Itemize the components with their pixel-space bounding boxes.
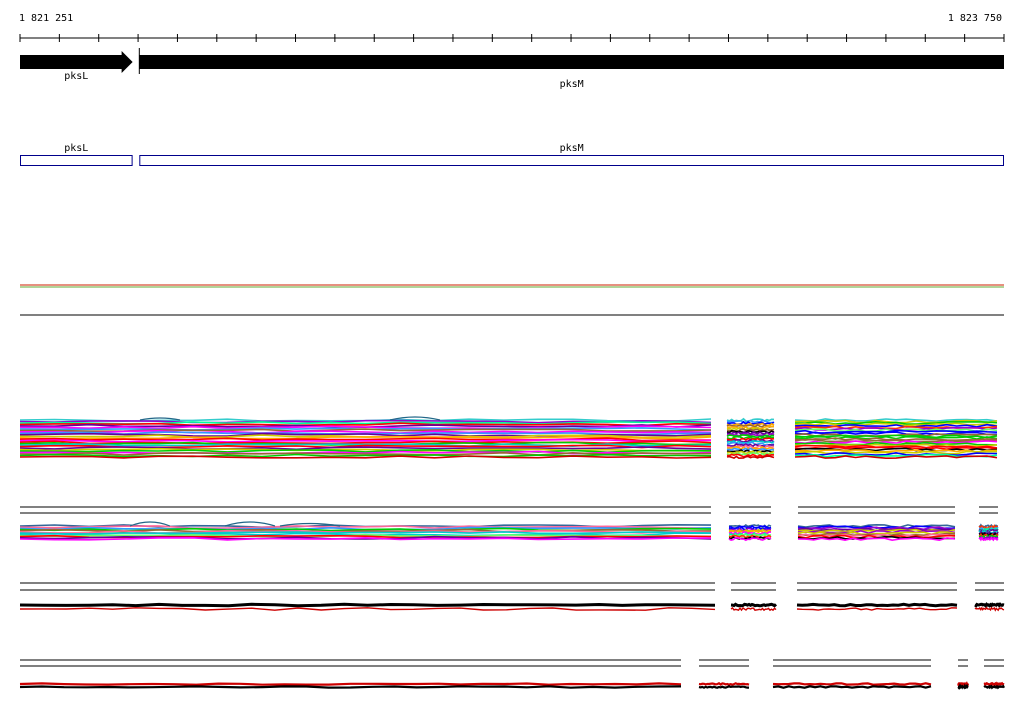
alignment-line xyxy=(796,602,958,608)
gene-label-pksM: pksM xyxy=(559,79,584,90)
alignment-track-2[interactable] xyxy=(19,506,999,542)
gene-label-pksL: pksL xyxy=(64,71,89,82)
alignment-line xyxy=(19,685,682,689)
cds-track[interactable] xyxy=(20,155,1004,166)
alignment-line xyxy=(794,423,998,428)
cds-box-pksL xyxy=(20,155,133,166)
alignment-line xyxy=(796,607,958,611)
alignment-line xyxy=(698,682,750,686)
genome-browser-view: 1 821 251 1 823 750 pksL pksL pksM pksM xyxy=(0,0,1024,714)
alignment-line xyxy=(983,681,1005,687)
alignment-line xyxy=(957,683,969,690)
alignment-track-4[interactable] xyxy=(19,659,1005,690)
gene-bar-pksM xyxy=(139,55,1004,69)
alignment-line xyxy=(974,606,1005,612)
alignment-line xyxy=(978,536,999,542)
alignment-line xyxy=(974,602,1005,609)
alignment-line xyxy=(726,431,775,436)
coordinate-ruler xyxy=(19,34,1005,42)
alignment-line xyxy=(730,606,777,612)
browser-canvas xyxy=(19,34,1005,690)
alignment-track-1[interactable] xyxy=(19,416,998,460)
alignment-line xyxy=(772,685,932,689)
cds-box-pksM xyxy=(139,155,1004,166)
cds-label-pksM: pksM xyxy=(559,143,584,154)
gene-arrow-pksL xyxy=(20,51,133,73)
alignment-line xyxy=(19,607,716,611)
alignment-line xyxy=(19,602,716,608)
feature-line-track xyxy=(20,284,1004,316)
cds-label-pksL: pksL xyxy=(64,143,89,154)
alignment-line xyxy=(730,602,778,608)
alignment-line xyxy=(983,684,1005,690)
alignment-line xyxy=(698,685,749,689)
alignment-line xyxy=(19,682,682,686)
alignment-line xyxy=(772,682,932,686)
alignment-track-3[interactable] xyxy=(19,582,1005,612)
alignment-line xyxy=(20,429,712,434)
alignment-line xyxy=(797,537,956,542)
gene-track[interactable] xyxy=(20,48,1004,74)
